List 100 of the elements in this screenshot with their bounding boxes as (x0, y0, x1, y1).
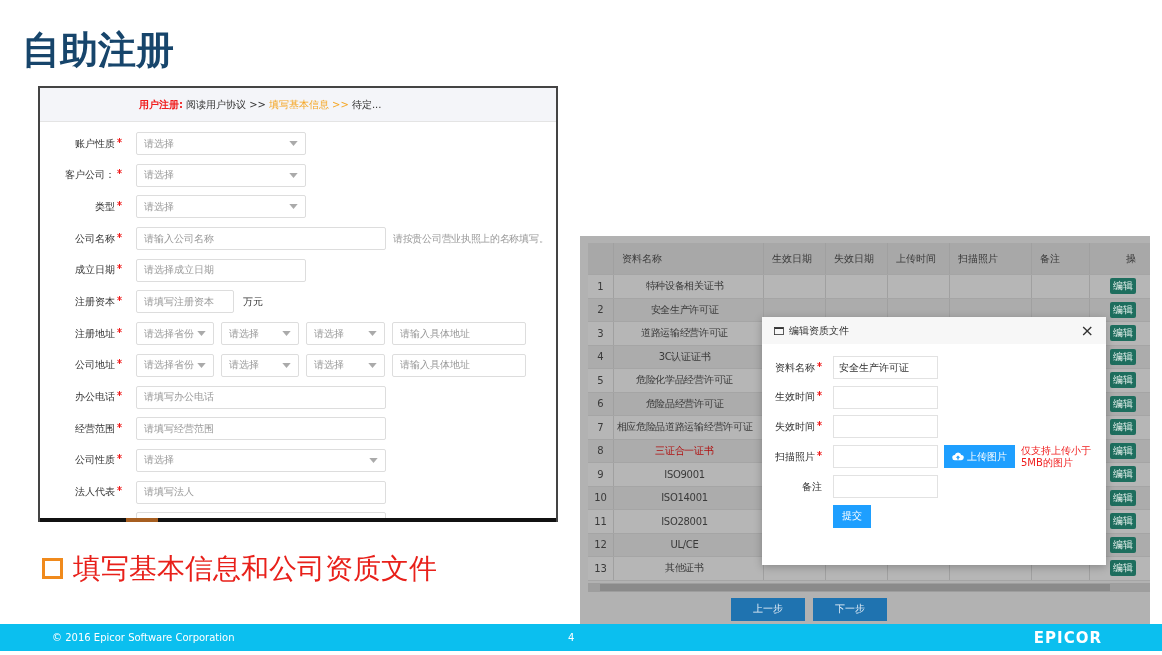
edit-button[interactable]: 编辑 (1110, 489, 1136, 506)
field-label: 资料名称 (775, 360, 815, 375)
caret-icon (289, 141, 298, 146)
edit-button[interactable]: 编辑 (1110, 348, 1136, 365)
row-number: 3 (588, 322, 614, 345)
row-number: 5 (588, 369, 614, 392)
caret-icon (282, 362, 291, 368)
edit-button[interactable]: 编辑 (1110, 513, 1136, 530)
row-number: 8 (588, 439, 614, 462)
row-number: 11 (588, 510, 614, 533)
step-button[interactable]: 下一步 (813, 597, 887, 621)
horizontal-scrollbar[interactable] (588, 582, 1150, 592)
input-field[interactable]: 请填写经营范围 (136, 417, 386, 441)
caret-icon (369, 457, 378, 463)
row-number: 4 (588, 345, 614, 368)
input-field[interactable] (833, 475, 938, 498)
row-number: 2 (588, 298, 614, 321)
select-field[interactable]: 请选择 (136, 132, 306, 155)
row-number: 6 (588, 392, 614, 415)
select-field[interactable]: 请选择 (221, 353, 299, 377)
edit-button[interactable]: 编辑 (1110, 301, 1136, 318)
field-label: 注册资本 (75, 294, 115, 309)
caret-icon (289, 172, 298, 178)
row-number: 10 (588, 486, 614, 509)
copyright-text: © 2016 Epicor Software Corporation (52, 632, 236, 643)
select-field[interactable]: 请选择省份 (136, 322, 214, 346)
bullet-square-icon (42, 558, 63, 580)
select-field[interactable]: 请选择 (306, 322, 385, 346)
column-header: 扫描照片 (950, 243, 1032, 274)
input-field[interactable]: 请填写注册资本 (136, 290, 234, 314)
field-hint: 请按贵公司营业执照上的名称填写。 (393, 231, 549, 246)
field-label: 客户公司： (65, 168, 115, 183)
select-field[interactable]: 请选择 (136, 195, 306, 219)
field-label: 公司性质 (75, 453, 115, 468)
row-number: 1 (588, 275, 614, 298)
field-label: 类型 (95, 199, 115, 214)
select-field[interactable]: 请选择 (136, 163, 306, 187)
close-button[interactable]: × (1080, 322, 1094, 339)
edit-button[interactable]: 编辑 (1110, 560, 1136, 577)
slide-title: 自助注册 (22, 28, 174, 74)
field-label: 账户性质 (75, 136, 115, 151)
select-field[interactable]: 请选择省份 (136, 353, 214, 377)
breadcrumb-step: 填写基本信息 >> (268, 97, 349, 112)
window-icon (774, 326, 784, 335)
select-field[interactable]: 请选择 (221, 322, 299, 346)
edit-button[interactable]: 编辑 (1110, 395, 1136, 412)
row-number: 12 (588, 533, 614, 556)
cloud-upload-icon (952, 452, 964, 461)
table-cell: 特种设备相关证书 (614, 275, 764, 298)
field-label: 公司名称 (75, 231, 115, 246)
field-label: 成立日期 (75, 263, 115, 278)
caret-icon (368, 362, 377, 368)
edit-button[interactable]: 编辑 (1110, 466, 1136, 483)
input-field[interactable]: 请填写办公电话 (136, 385, 386, 409)
column-header: 上传时间 (888, 243, 950, 274)
input-field[interactable]: 请输入公司名称 (136, 227, 386, 251)
column-header: 生效日期 (764, 243, 826, 274)
select-field[interactable]: 请选择 (306, 353, 385, 377)
bullet-text: 填写基本信息和公司资质文件 (73, 552, 437, 586)
input-field[interactable]: 请选择成立日期 (136, 258, 306, 282)
field-label: 经营范围 (75, 421, 115, 436)
edit-button[interactable]: 编辑 (1110, 536, 1136, 553)
field-label: 备注 (802, 479, 822, 494)
file-field[interactable] (833, 445, 938, 468)
breadcrumb-step: 阅读用户协议 >> (186, 97, 266, 112)
input-field[interactable]: 安全生产许可证 (833, 356, 938, 379)
column-header: 资料名称 (614, 243, 764, 274)
caret-icon (289, 204, 298, 210)
upload-button[interactable]: 上传图片 (944, 445, 1015, 468)
column-header: 操 (1125, 251, 1137, 266)
breadcrumb-step: 待定... (351, 97, 382, 112)
input-field[interactable]: 请输入具体地址 (392, 322, 526, 346)
field-label: 公司地址 (75, 358, 115, 373)
input-field[interactable]: 请填写法人 (136, 480, 386, 504)
breadcrumb-step: 用户注册: (139, 97, 183, 112)
input-field[interactable] (833, 385, 938, 409)
field-label: 扫描照片 (775, 449, 815, 464)
field-label: 生效时间 (775, 390, 815, 404)
company-logo: EPICOR (1033, 628, 1102, 647)
caret-icon (197, 362, 206, 368)
edit-button[interactable]: 编辑 (1110, 419, 1136, 436)
dialog-title: 编辑资质文件 (789, 323, 850, 338)
caret-icon (282, 331, 291, 337)
input-field[interactable] (833, 415, 938, 438)
unit-label: 万元 (243, 294, 263, 309)
edit-button[interactable]: 编辑 (1110, 325, 1136, 342)
field-label: 注册地址 (75, 326, 115, 341)
caret-icon (197, 331, 206, 337)
field-label: 法人代表 (75, 485, 115, 500)
edit-button[interactable]: 编辑 (1110, 278, 1136, 295)
field-label: 失效时间 (775, 419, 815, 434)
edit-button[interactable]: 编辑 (1110, 442, 1136, 459)
step-button[interactable]: 上一步 (731, 597, 805, 621)
select-field[interactable]: 请选择 (136, 448, 386, 472)
caret-icon (368, 331, 377, 337)
edit-button[interactable]: 编辑 (1110, 372, 1136, 389)
submit-button[interactable]: 提交 (833, 504, 871, 528)
row-number: 7 (588, 416, 614, 439)
row-number: 13 (588, 557, 614, 580)
input-field[interactable]: 请输入具体地址 (392, 353, 526, 377)
